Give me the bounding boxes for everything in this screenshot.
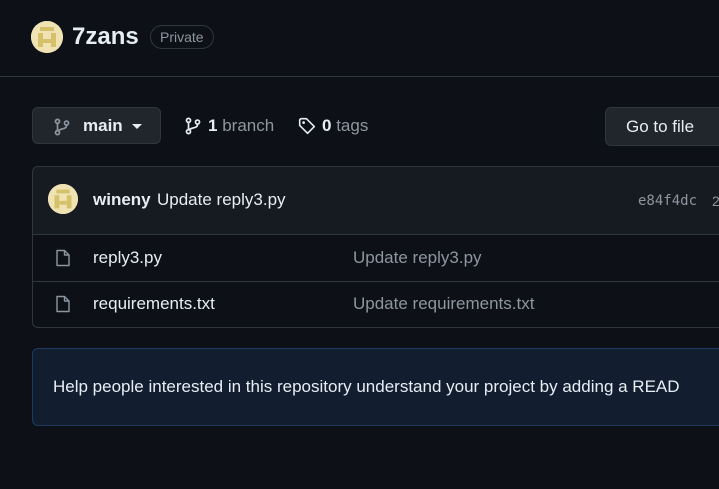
readme-banner-text: Help people interested in this repositor…: [53, 377, 680, 396]
file-list: wineny Update reply3.py e84f4dc 2 reply3…: [32, 166, 719, 328]
file-name-link[interactable]: requirements.txt: [93, 294, 215, 314]
file-icon: [56, 295, 70, 313]
file-row: reply3.py Update reply3.py: [33, 235, 719, 282]
repo-page: 7zans Private main 1 branch 0 tags Go to…: [0, 0, 719, 489]
go-to-file-button[interactable]: Go to file: [605, 107, 719, 146]
commit-author-avatar[interactable]: [48, 184, 78, 214]
branch-select-button[interactable]: main: [32, 107, 161, 144]
chevron-down-icon: [132, 124, 142, 129]
repo-name[interactable]: 7zans: [72, 22, 139, 52]
file-commit-message[interactable]: Update reply3.py: [353, 248, 482, 268]
git-branch-icon: [54, 118, 70, 136]
add-readme-banner: Help people interested in this repositor…: [32, 348, 719, 426]
commit-hash[interactable]: e84f4dc: [638, 192, 697, 210]
branch-name: main: [83, 116, 123, 135]
file-name-link[interactable]: reply3.py: [93, 248, 162, 268]
repo-header: 7zans Private: [0, 0, 719, 77]
branch-count: 1: [208, 116, 218, 135]
commit-message[interactable]: Update reply3.py: [157, 190, 286, 210]
file-commit-message[interactable]: Update requirements.txt: [353, 294, 534, 314]
branch-count-label: branch: [222, 116, 275, 135]
commit-author[interactable]: wineny: [93, 190, 151, 210]
file-row: requirements.txt Update requirements.txt: [33, 281, 719, 327]
go-to-file-label: Go to file: [626, 117, 695, 136]
tag-count-label: tags: [336, 116, 369, 135]
identicon-icon: [31, 21, 63, 53]
tag-count: 0: [322, 116, 332, 135]
git-branch-icon: [185, 117, 201, 135]
owner-avatar[interactable]: [31, 21, 63, 53]
latest-commit-row: wineny Update reply3.py e84f4dc 2: [33, 167, 719, 235]
visibility-badge: Private: [150, 25, 214, 49]
file-icon: [56, 249, 70, 267]
commit-extra: 2: [712, 192, 719, 210]
identicon-icon: [48, 184, 78, 214]
tag-icon: [298, 117, 316, 135]
